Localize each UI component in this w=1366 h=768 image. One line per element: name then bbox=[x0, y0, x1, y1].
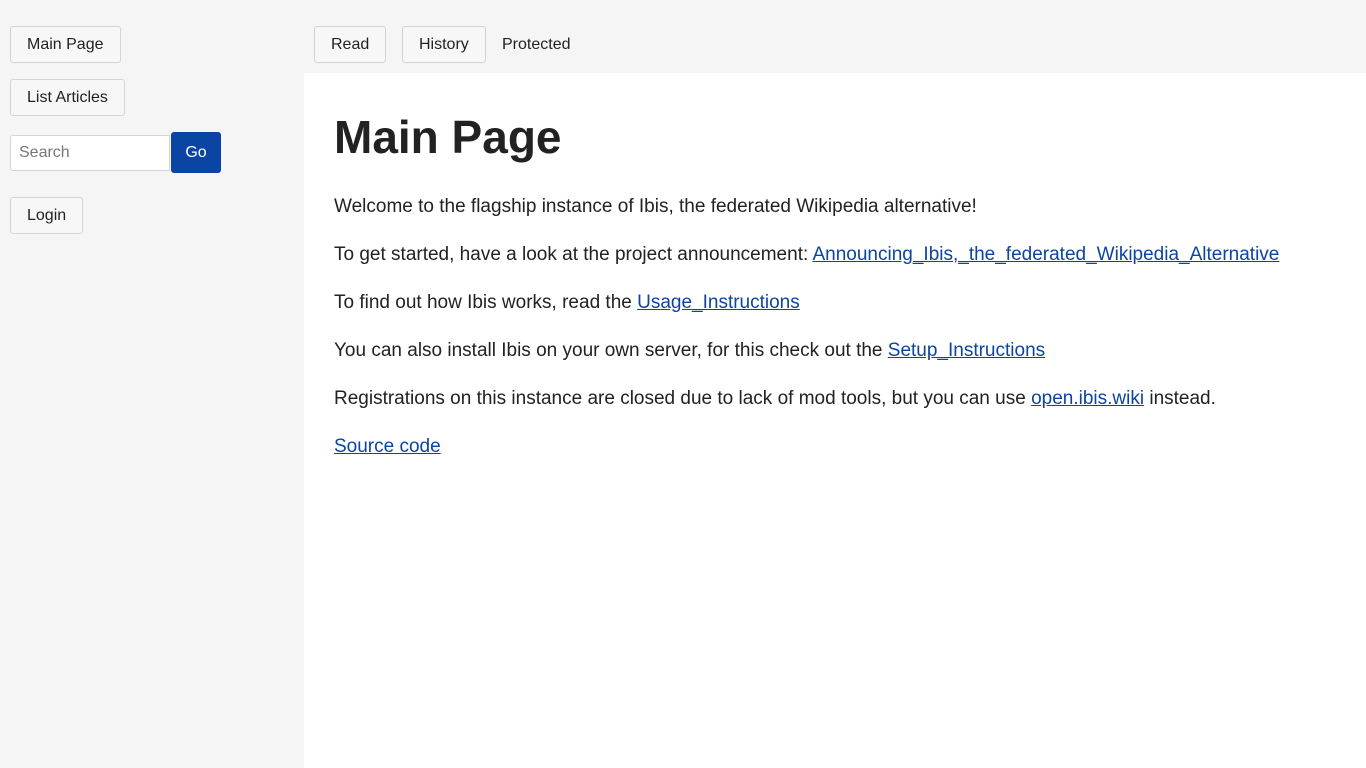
search-input[interactable] bbox=[10, 135, 170, 171]
main-page-button[interactable]: Main Page bbox=[10, 26, 121, 63]
sidebar: Main Page List Articles Go Login bbox=[0, 0, 304, 768]
open-ibis-wiki-link[interactable]: open.ibis.wiki bbox=[1031, 388, 1144, 409]
list-articles-button[interactable]: List Articles bbox=[10, 79, 125, 116]
registrations-paragraph: Registrations on this instance are close… bbox=[334, 386, 1216, 412]
search-go-button[interactable]: Go bbox=[171, 132, 221, 173]
usage-instructions-link[interactable]: Usage_Instructions bbox=[637, 292, 800, 313]
tab-read[interactable]: Read bbox=[314, 26, 387, 63]
article-tabs-bar: Read History Protected bbox=[304, 0, 1366, 73]
setup-paragraph: You can also install Ibis on your own se… bbox=[334, 338, 1045, 364]
source-code-paragraph: Source code bbox=[334, 434, 441, 460]
usage-text: To find out how Ibis works, read the bbox=[334, 292, 638, 313]
article-content: Main Page Welcome to the flagship instan… bbox=[304, 73, 1366, 768]
setup-text: You can also install Ibis on your own se… bbox=[334, 340, 888, 361]
announcement-link[interactable]: Announcing_Ibis,_the_federated_Wikipedia… bbox=[812, 244, 1279, 265]
welcome-paragraph: Welcome to the flagship instance of Ibis… bbox=[334, 194, 977, 220]
announcement-paragraph: To get started, have a look at the proje… bbox=[334, 242, 1279, 268]
setup-instructions-link[interactable]: Setup_Instructions bbox=[888, 340, 1045, 361]
tab-history[interactable]: History bbox=[402, 26, 486, 63]
page-title: Main Page bbox=[334, 111, 562, 163]
registrations-text-end: instead. bbox=[1144, 388, 1216, 409]
usage-paragraph: To find out how Ibis works, read the Usa… bbox=[334, 290, 800, 316]
protected-status: Protected bbox=[502, 36, 571, 53]
registrations-text: Registrations on this instance are close… bbox=[334, 388, 1032, 409]
announcement-text: To get started, have a look at the proje… bbox=[334, 244, 813, 265]
welcome-text: Welcome to the flagship instance of Ibis… bbox=[334, 196, 977, 217]
login-button[interactable]: Login bbox=[10, 197, 84, 234]
source-code-link[interactable]: Source code bbox=[334, 436, 441, 457]
